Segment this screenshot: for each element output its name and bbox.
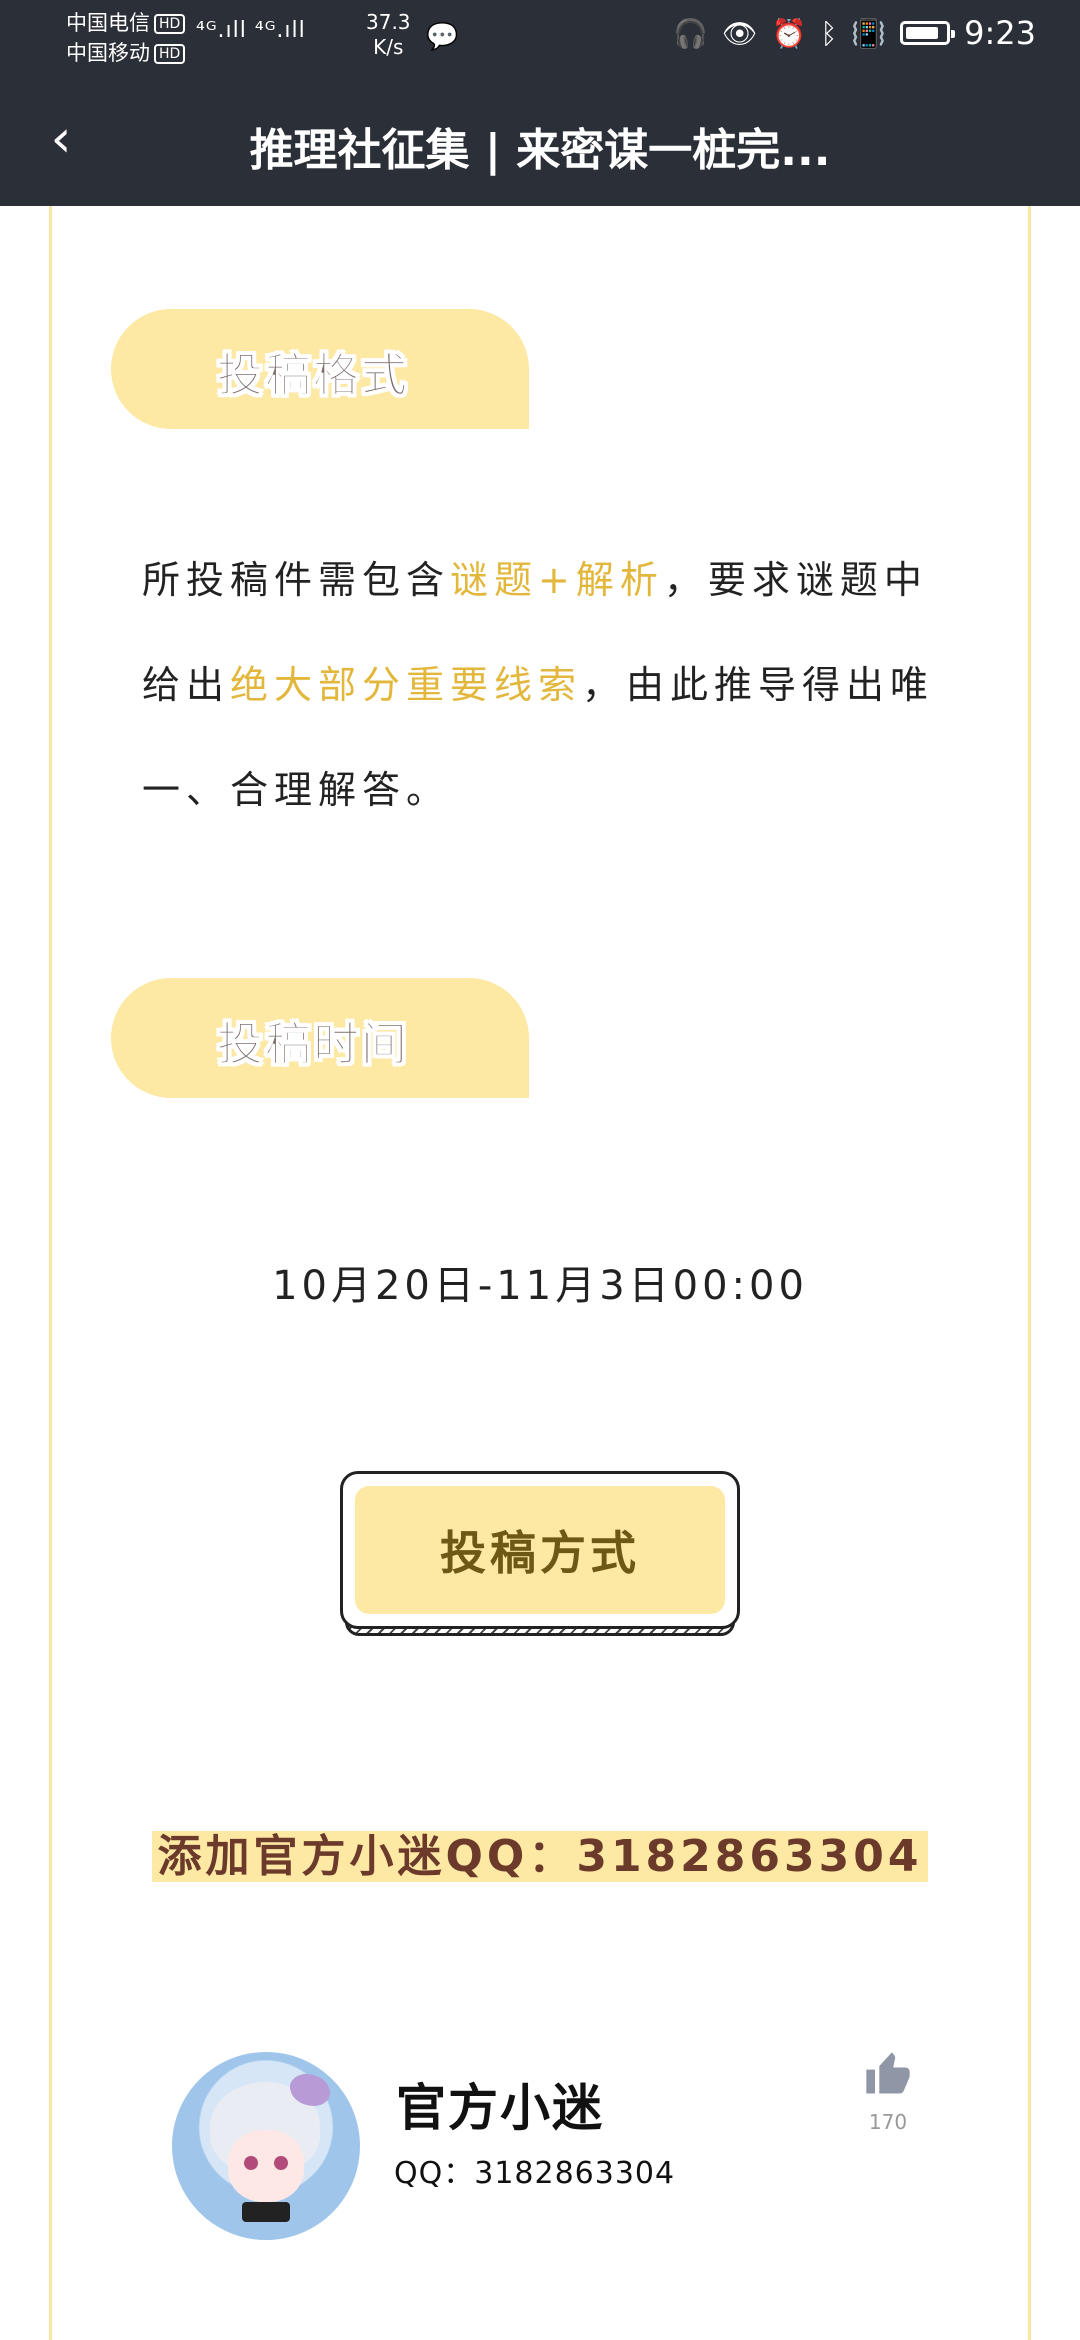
like-button[interactable]: 170 xyxy=(858,2048,918,2134)
section-heading-label: 投稿格式 xyxy=(217,348,409,403)
clock: 9:23 xyxy=(964,14,1036,52)
official-qq-line: 添加官方小迷QQ：3182863304 xyxy=(0,1820,1080,1884)
status-icons: 🎧 👁 ⏰ ᛒ 📳 9:23 xyxy=(673,14,1036,52)
status-bar: 中国电信 HD 中国移动 HD ⁴ᴳ.ıll ⁴ᴳ.ıll 37.3 K/s 💬 🎧… xyxy=(0,0,1080,72)
format-highlight-2: 绝大部分重要线索 xyxy=(230,663,583,707)
avatar[interactable] xyxy=(172,2052,360,2240)
format-highlight-1: 谜题+解析 xyxy=(450,558,664,602)
like-count: 170 xyxy=(868,2110,908,2134)
avatar-collar xyxy=(242,2202,290,2222)
network-speed: 37.3 K/s xyxy=(366,10,411,60)
chevron-left-icon: ‹ xyxy=(50,109,72,169)
submission-period: 10月20日-11月3日00:00 xyxy=(272,1263,808,1309)
carrier-info: 中国电信 HD 中国移动 HD xyxy=(66,8,186,68)
alarm-icon: ⏰ xyxy=(771,16,807,50)
carrier-2: 中国移动 xyxy=(66,41,150,65)
submit-method-button[interactable]: 投稿方式 xyxy=(340,1471,740,1646)
button-frame: 投稿方式 xyxy=(340,1471,740,1629)
user-name[interactable]: 官方小迷 xyxy=(396,2068,604,2140)
headphones-icon: 🎧 xyxy=(673,16,709,50)
bluetooth-icon: ᛒ xyxy=(820,16,838,50)
net-speed-unit: K/s xyxy=(373,35,404,59)
carrier-1: 中国电信 xyxy=(66,11,150,35)
thumbs-up-icon xyxy=(866,2052,910,2094)
net-speed-value: 37.3 xyxy=(366,10,411,34)
eye-icon: 👁 xyxy=(722,16,758,50)
avatar-eye xyxy=(274,2156,288,2170)
vibrate-icon: 📳 xyxy=(851,16,887,50)
user-qq: QQ：3182863304 xyxy=(394,2156,676,2191)
back-button[interactable]: ‹ xyxy=(34,112,88,166)
signal-icon: ⁴ᴳ.ıll ⁴ᴳ.ıll xyxy=(196,18,306,43)
battery-fill xyxy=(906,27,939,39)
wechat-icon: 💬 xyxy=(426,22,459,52)
page-header: ‹ 推理社征集 | 来密谋一桩完... xyxy=(0,72,1080,206)
battery-icon xyxy=(900,21,956,45)
section-heading-label: 投稿时间 xyxy=(217,1017,409,1072)
avatar-face xyxy=(228,2130,304,2202)
section-heading-format: 投稿格式 xyxy=(111,309,529,429)
hd-badge: HD xyxy=(154,14,186,34)
official-qq-text: 添加官方小迷QQ：3182863304 xyxy=(151,1831,929,1882)
submit-method-label[interactable]: 投稿方式 xyxy=(355,1486,725,1614)
page-title: 推理社征集 | 来密谋一桩完... xyxy=(249,125,831,176)
hd-badge: HD xyxy=(154,44,186,64)
section-heading-time: 投稿时间 xyxy=(111,978,529,1098)
format-text-1: 所投稿件需包含 xyxy=(142,558,451,602)
format-description: 所投稿件需包含谜题+解析，要求谜题中给出绝大部分重要线索，由此推导得出唯一、合理… xyxy=(142,528,942,843)
avatar-eye xyxy=(244,2156,258,2170)
